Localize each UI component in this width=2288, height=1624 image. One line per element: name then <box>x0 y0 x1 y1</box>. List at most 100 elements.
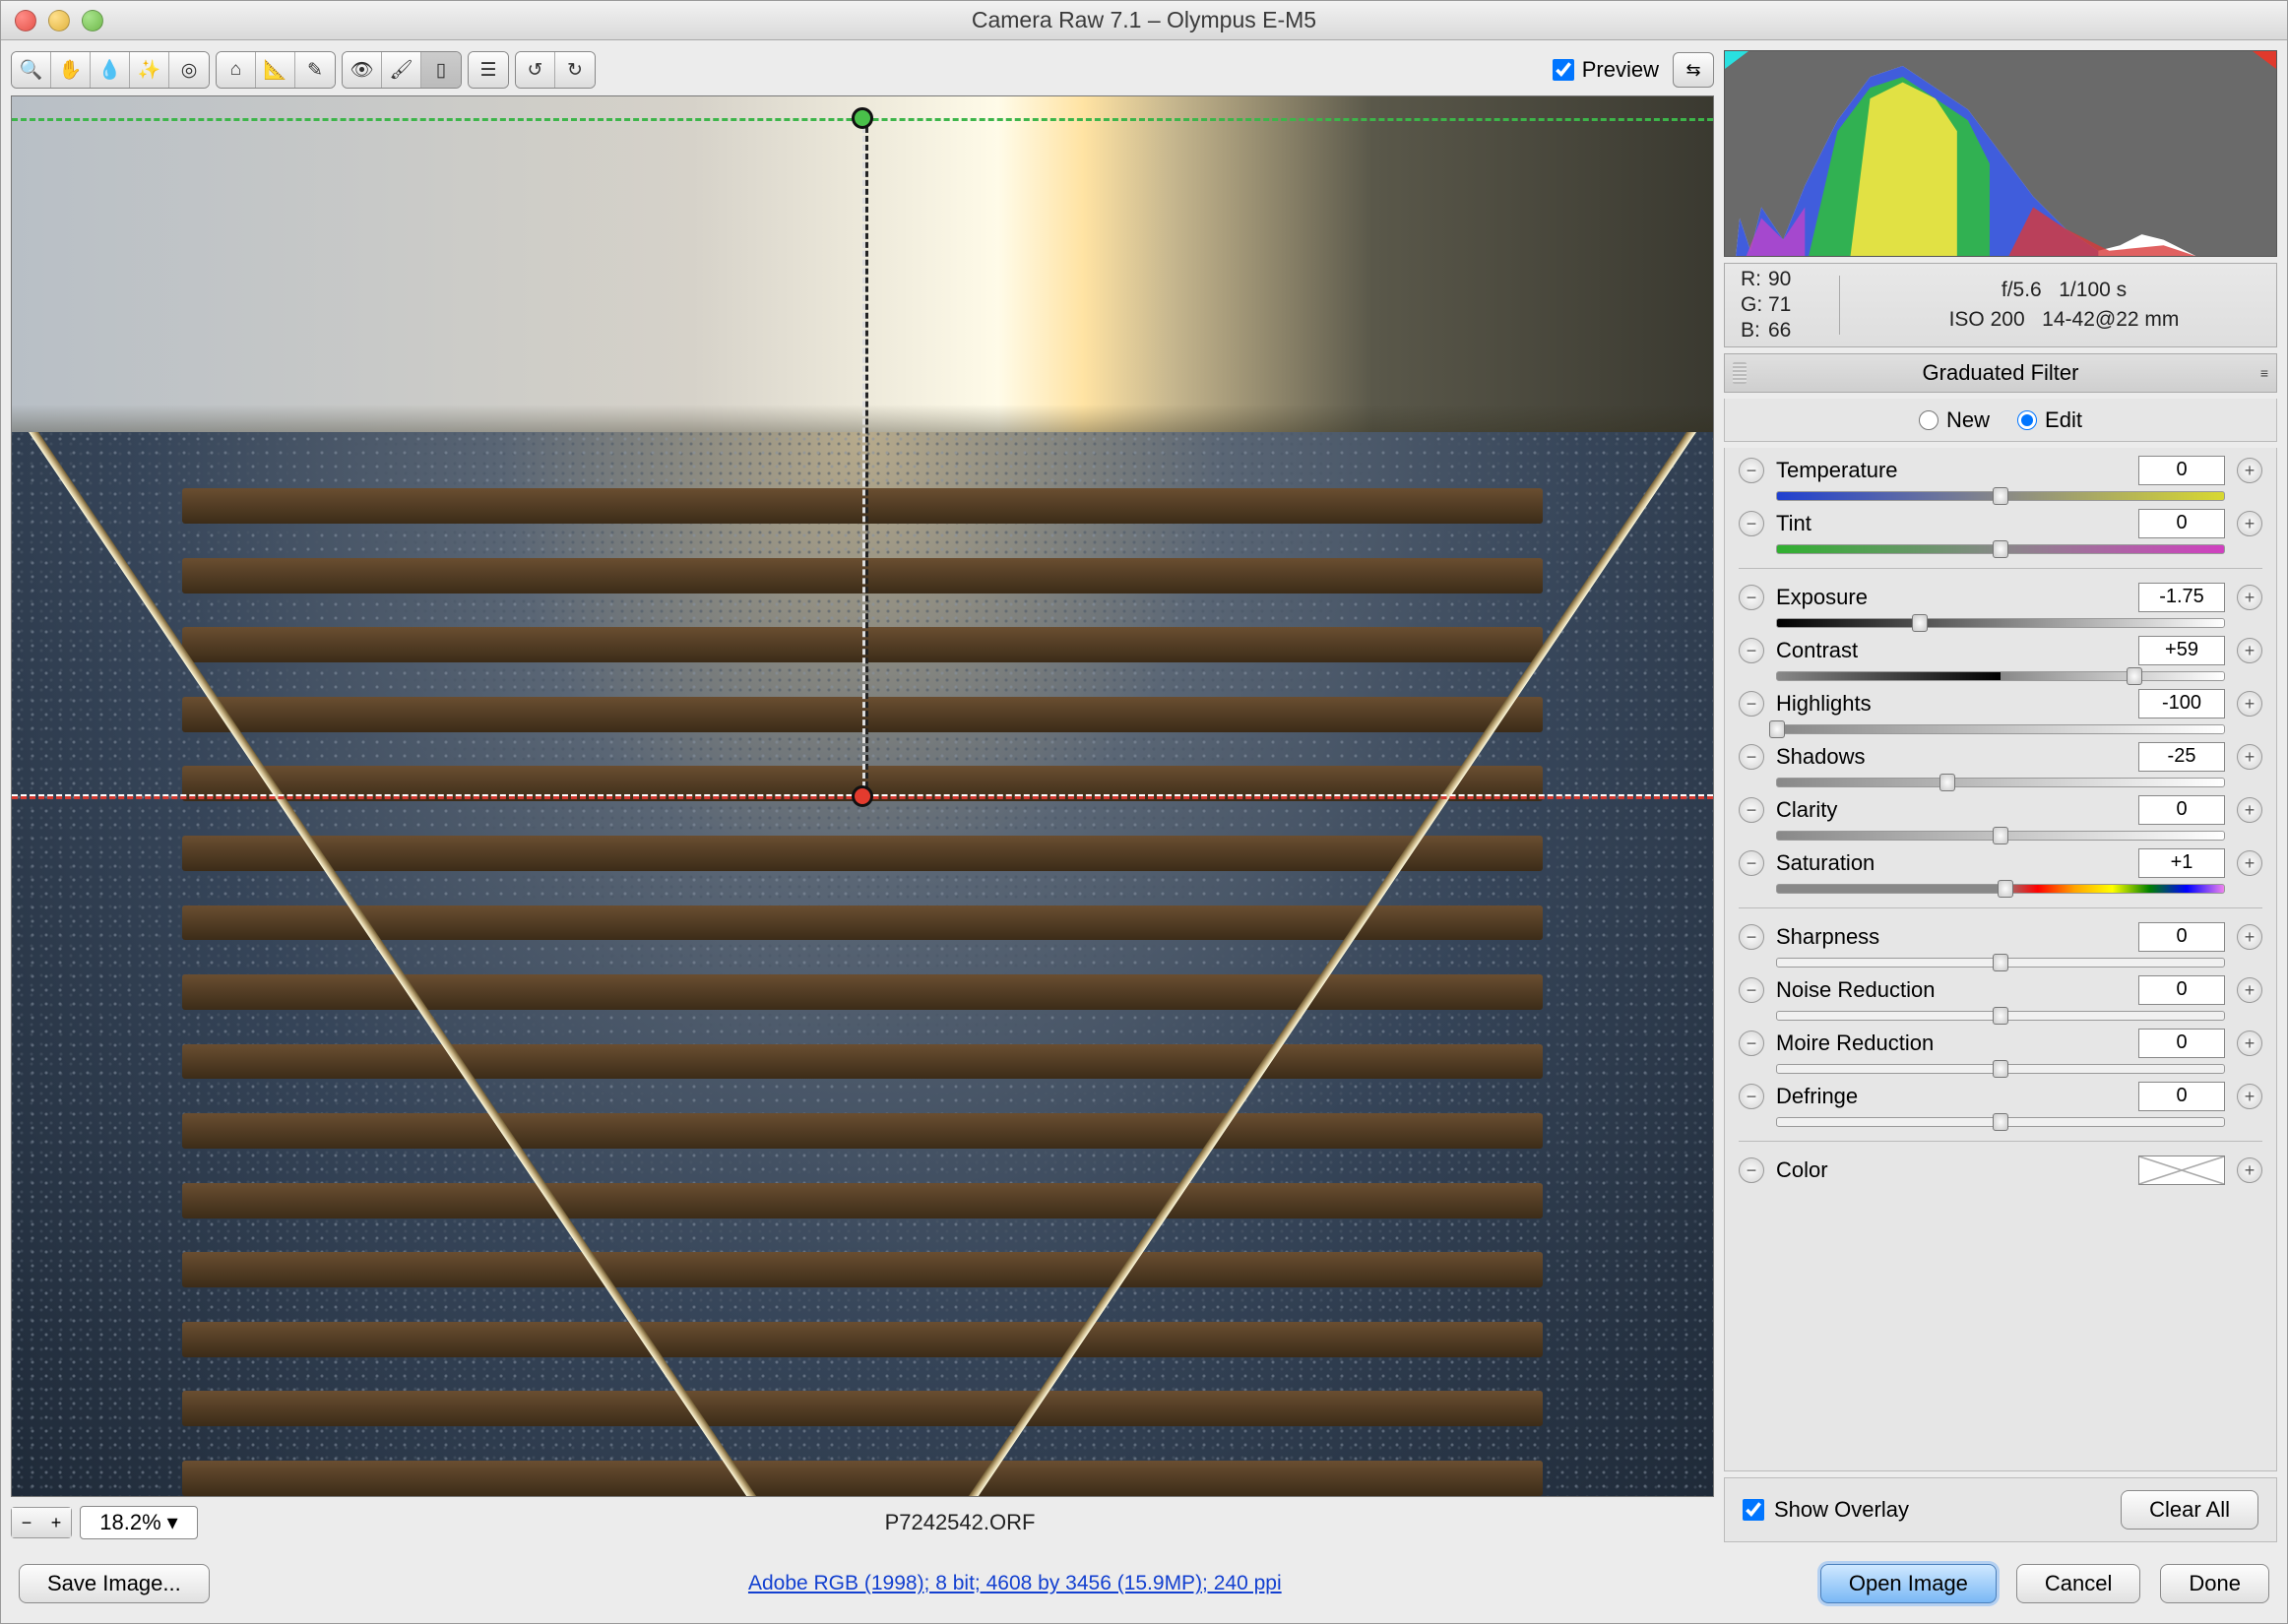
defringe-slider[interactable]: − Defringe 0 + <box>1739 1082 2262 1127</box>
sharpness-value[interactable]: 0 <box>2138 922 2225 952</box>
saturation-minus[interactable]: − <box>1739 850 1764 876</box>
rotate-cw-button[interactable]: ↻ <box>555 52 595 88</box>
save-image-button[interactable]: Save Image... <box>19 1564 210 1603</box>
mode-new[interactable]: New <box>1919 407 1990 433</box>
highlights-slider[interactable]: − Highlights -100 + <box>1739 689 2262 734</box>
open-image-button[interactable]: Open Image <box>1820 1564 1997 1603</box>
moire-minus[interactable]: − <box>1739 1031 1764 1056</box>
temperature-slider[interactable]: − Temperature 0 + <box>1739 456 2262 501</box>
moire-plus[interactable]: + <box>2237 1031 2262 1056</box>
done-button[interactable]: Done <box>2160 1564 2269 1603</box>
contrast-value[interactable]: +59 <box>2138 636 2225 665</box>
targeted-adjustment-tool[interactable]: ◎ <box>169 52 209 88</box>
straighten-tool[interactable]: 📐 <box>256 52 295 88</box>
graduated-filter-axis[interactable] <box>862 118 868 796</box>
highlights-value[interactable]: -100 <box>2138 689 2225 718</box>
highlights-plus[interactable]: + <box>2237 691 2262 717</box>
noise-minus[interactable]: − <box>1739 977 1764 1003</box>
color-swatch[interactable] <box>2138 1156 2225 1185</box>
zoom-out-button[interactable]: − <box>12 1508 41 1537</box>
noise-value[interactable]: 0 <box>2138 975 2225 1005</box>
sharpness-minus[interactable]: − <box>1739 924 1764 950</box>
exposure-value[interactable]: -1.75 <box>2138 583 2225 612</box>
moire-value[interactable]: 0 <box>2138 1029 2225 1058</box>
clarity-slider[interactable]: − Clarity 0 + <box>1739 795 2262 841</box>
tint-plus[interactable]: + <box>2237 511 2262 536</box>
sharpness-slider[interactable]: − Sharpness 0 + <box>1739 922 2262 968</box>
preview-checkbox[interactable] <box>1553 59 1574 81</box>
tint-slider[interactable]: − Tint 0 + <box>1739 509 2262 554</box>
noise-thumb[interactable] <box>1993 1007 2008 1025</box>
color-minus[interactable]: − <box>1739 1157 1764 1183</box>
close-window-button[interactable] <box>15 10 36 31</box>
contrast-slider[interactable]: − Contrast +59 + <box>1739 636 2262 681</box>
shadows-thumb[interactable] <box>1939 774 1955 791</box>
color-plus[interactable]: + <box>2237 1157 2262 1183</box>
clarity-value[interactable]: 0 <box>2138 795 2225 825</box>
rotate-ccw-button[interactable]: ↺ <box>516 52 555 88</box>
crop-tool[interactable]: ⌂ <box>217 52 256 88</box>
defringe-plus[interactable]: + <box>2237 1084 2262 1109</box>
shadows-plus[interactable]: + <box>2237 744 2262 770</box>
defringe-minus[interactable]: − <box>1739 1084 1764 1109</box>
saturation-slider[interactable]: − Saturation +1 + <box>1739 848 2262 894</box>
histogram[interactable] <box>1724 50 2277 257</box>
exposure-slider[interactable]: − Exposure -1.75 + <box>1739 583 2262 628</box>
clarity-minus[interactable]: − <box>1739 797 1764 823</box>
adjustment-brush-tool[interactable]: 🖌 <box>382 52 421 88</box>
zoom-window-button[interactable] <box>82 10 103 31</box>
panel-menu-button[interactable]: ≡ <box>2260 365 2268 381</box>
shadows-minus[interactable]: − <box>1739 744 1764 770</box>
spot-removal-tool[interactable]: ✎ <box>295 52 335 88</box>
zoom-level-select[interactable]: 18.2%▾ <box>80 1506 198 1539</box>
sharpness-thumb[interactable] <box>1993 954 2008 971</box>
saturation-thumb[interactable] <box>1998 880 2013 898</box>
tint-thumb[interactable] <box>1993 540 2008 558</box>
temperature-minus[interactable]: − <box>1739 458 1764 483</box>
white-balance-tool[interactable]: 💧 <box>91 52 130 88</box>
preferences-button[interactable]: ☰ <box>469 52 508 88</box>
temperature-thumb[interactable] <box>1993 487 2008 505</box>
clarity-plus[interactable]: + <box>2237 797 2262 823</box>
contrast-thumb[interactable] <box>2127 667 2142 685</box>
saturation-value[interactable]: +1 <box>2138 848 2225 878</box>
moire-reduction-slider[interactable]: − Moire Reduction 0 + <box>1739 1029 2262 1074</box>
cancel-button[interactable]: Cancel <box>2016 1564 2140 1603</box>
zoom-in-button[interactable]: + <box>41 1508 71 1537</box>
temperature-plus[interactable]: + <box>2237 458 2262 483</box>
exposure-thumb[interactable] <box>1912 614 1928 632</box>
mode-edit[interactable]: Edit <box>2017 407 2082 433</box>
contrast-minus[interactable]: − <box>1739 638 1764 663</box>
highlights-minus[interactable]: − <box>1739 691 1764 717</box>
exposure-minus[interactable]: − <box>1739 585 1764 610</box>
exposure-plus[interactable]: + <box>2237 585 2262 610</box>
zoom-tool[interactable]: 🔍 <box>12 52 51 88</box>
workflow-options-link[interactable]: Adobe RGB (1998); 8 bit; 4608 by 3456 (1… <box>748 1572 1282 1594</box>
moire-thumb[interactable] <box>1993 1060 2008 1078</box>
sharpness-plus[interactable]: + <box>2237 924 2262 950</box>
clear-all-button[interactable]: Clear All <box>2121 1490 2258 1530</box>
shadows-slider[interactable]: − Shadows -25 + <box>1739 742 2262 787</box>
tint-value[interactable]: 0 <box>2138 509 2225 538</box>
contrast-plus[interactable]: + <box>2237 638 2262 663</box>
fullscreen-toggle[interactable]: ⇆ <box>1673 52 1714 88</box>
noise-plus[interactable]: + <box>2237 977 2262 1003</box>
minimize-window-button[interactable] <box>48 10 70 31</box>
hand-tool[interactable]: ✋ <box>51 52 91 88</box>
tint-minus[interactable]: − <box>1739 511 1764 536</box>
saturation-plus[interactable]: + <box>2237 850 2262 876</box>
graduated-filter-tool[interactable]: ▯ <box>421 52 461 88</box>
graduated-filter-end-handle[interactable] <box>852 785 873 807</box>
defringe-thumb[interactable] <box>1993 1113 2008 1131</box>
clarity-thumb[interactable] <box>1993 827 2008 844</box>
graduated-filter-start-handle[interactable] <box>852 107 873 129</box>
temperature-value[interactable]: 0 <box>2138 456 2225 485</box>
highlights-thumb[interactable] <box>1769 720 1785 738</box>
shadows-value[interactable]: -25 <box>2138 742 2225 772</box>
show-overlay-checkbox[interactable] <box>1743 1499 1764 1521</box>
image-preview[interactable] <box>11 95 1714 1497</box>
noise-reduction-slider[interactable]: − Noise Reduction 0 + <box>1739 975 2262 1021</box>
color-sampler-tool[interactable]: ✨ <box>130 52 169 88</box>
defringe-value[interactable]: 0 <box>2138 1082 2225 1111</box>
preview-toggle[interactable]: Preview <box>1553 57 1659 83</box>
